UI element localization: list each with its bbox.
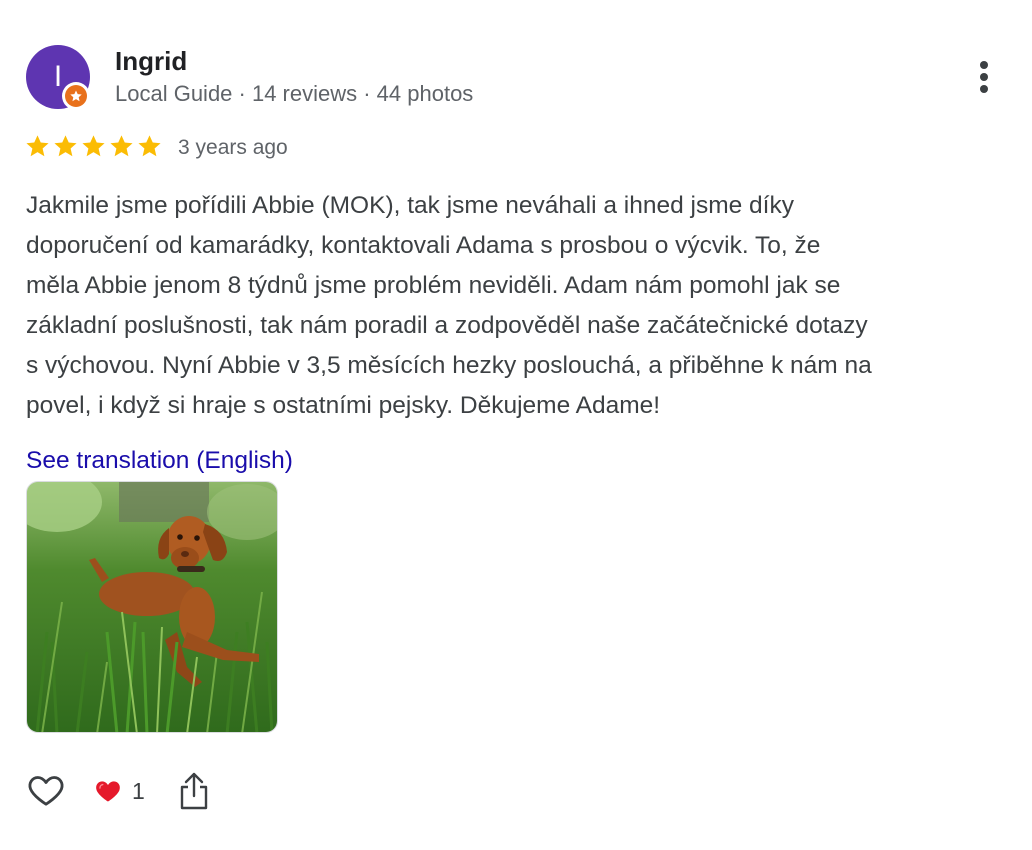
review-date: 3 years ago (178, 136, 288, 159)
review-line: doporučení od kamarádky, kontaktovali Ad… (26, 232, 821, 259)
reviewer-meta: Local Guide · 14 reviews · 44 photos (115, 81, 474, 106)
review-line: s výchovou. Nyní Abbie v 3,5 měsících he… (26, 352, 872, 379)
review-line: Jakmile jsme pořídili Abbie (MOK), tak j… (26, 192, 794, 219)
star-icon (82, 135, 105, 157)
avatar-initial: I (53, 60, 63, 93)
review-line: měla Abbie jenom 8 týdnů jsme problém ne… (26, 272, 841, 299)
reviewer-name[interactable]: Ingrid (115, 44, 187, 78)
star-icon (138, 135, 161, 157)
review-line: povel, i když si hraje s ostatními pejsk… (26, 392, 661, 419)
puppy-photo-image (27, 482, 277, 732)
more-vert-icon (980, 61, 988, 93)
reaction-summary[interactable]: 1 (94, 774, 145, 808)
see-translation-link[interactable]: See translation (English) (26, 443, 293, 479)
share-button[interactable] (178, 770, 210, 812)
star-icon (26, 135, 49, 157)
like-button[interactable] (26, 770, 66, 810)
share-icon (180, 772, 208, 810)
local-guide-badge-icon (62, 82, 90, 110)
red-heart-icon (96, 781, 120, 802)
star-badge-icon (70, 90, 82, 102)
review-line: základní poslušnosti, tak nám poradil a … (26, 312, 868, 339)
heart-outline-icon (28, 776, 64, 806)
review-photo[interactable] (26, 481, 278, 733)
more-options-button[interactable] (966, 56, 1002, 98)
star-icon (110, 135, 133, 157)
reaction-count: 1 (132, 777, 145, 804)
review-text: Jakmile jsme pořídili Abbie (MOK), tak j… (26, 186, 1006, 426)
star-rating (25, 133, 162, 161)
star-icon (54, 135, 77, 157)
